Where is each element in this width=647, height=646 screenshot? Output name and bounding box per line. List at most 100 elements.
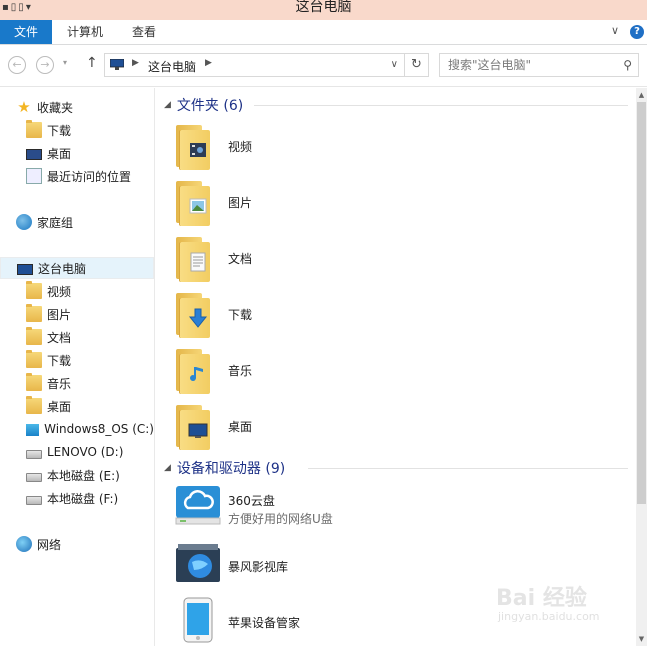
folder-name: 音乐 bbox=[228, 364, 253, 378]
network-icon bbox=[16, 536, 32, 552]
sidebar-item-label: 本地磁盘 (E:) bbox=[47, 468, 120, 483]
folder-name: 视频 bbox=[228, 140, 253, 154]
group-header-devices[interactable]: ◢ 设备和驱动器 (9) bbox=[164, 458, 628, 478]
downloads-folder-icon bbox=[26, 120, 42, 138]
scroll-down-icon[interactable]: ▼ bbox=[636, 632, 647, 646]
sidebar-item-documents[interactable]: 文档 bbox=[0, 326, 154, 348]
collapse-chevron-icon[interactable]: ◢ bbox=[164, 463, 171, 473]
search-box[interactable]: ⚲ bbox=[439, 53, 639, 77]
device-name: 360云盘 bbox=[228, 494, 275, 508]
sidebar-item-label: 网络 bbox=[37, 537, 62, 552]
sidebar-item-drive-e[interactable]: 本地磁盘 (E:) bbox=[0, 464, 154, 486]
documents-folder-icon bbox=[26, 327, 42, 345]
search-input[interactable] bbox=[448, 57, 618, 73]
sidebar-item-label: 文档 bbox=[47, 330, 72, 345]
collapse-chevron-icon[interactable]: ◢ bbox=[164, 100, 171, 110]
vertical-scrollbar[interactable]: ▲ ▼ bbox=[636, 88, 647, 646]
desktop-folder-icon bbox=[26, 396, 42, 414]
folder-tile-pictures[interactable]: 图片 bbox=[174, 178, 474, 228]
scroll-up-icon[interactable]: ▲ bbox=[636, 88, 647, 102]
drive-icon bbox=[26, 472, 42, 482]
address-dropdown-icon[interactable]: ∨ bbox=[391, 59, 398, 70]
breadcrumb-separator-icon[interactable]: ▶ bbox=[205, 58, 212, 68]
explorer-window: ▪ ▯ ▯ ▾ 这台电脑 文件 计算机 查看 ∨ ? ← → ▾ ↑ ▶ 这台电… bbox=[0, 0, 647, 646]
sidebar-item-label: 收藏夹 bbox=[37, 100, 74, 115]
sidebar-network[interactable]: 网络 bbox=[0, 533, 154, 555]
sidebar-homegroup[interactable]: 家庭组 bbox=[0, 211, 154, 233]
sidebar-item-desktop[interactable]: 桌面 bbox=[0, 142, 154, 164]
phone-device-icon bbox=[183, 597, 213, 643]
recent-locations-icon[interactable]: ▾ bbox=[63, 58, 67, 67]
documents-folder-icon bbox=[174, 234, 212, 282]
cloud-drive-icon bbox=[175, 486, 221, 525]
folder-tile-videos[interactable]: 视频 bbox=[174, 122, 474, 172]
sidebar-item-recent-places[interactable]: 最近访问的位置 bbox=[0, 165, 154, 187]
video-folder-icon bbox=[174, 122, 212, 170]
tab-file[interactable]: 文件 bbox=[0, 20, 52, 44]
ribbon-tabs: 文件 计算机 查看 ∨ ? bbox=[0, 20, 647, 45]
sidebar-item-label: 图片 bbox=[47, 307, 72, 322]
sidebar-item-music[interactable]: 音乐 bbox=[0, 372, 154, 394]
window-title: 这台电脑 bbox=[295, 0, 352, 15]
sidebar-item-label: 最近访问的位置 bbox=[47, 169, 132, 184]
downloads-folder-icon bbox=[174, 290, 212, 338]
sidebar-this-pc[interactable]: 这台电脑 bbox=[0, 257, 154, 279]
downloads-folder-icon bbox=[26, 350, 42, 368]
breadcrumb-this-pc[interactable]: 这台电脑 bbox=[148, 58, 196, 75]
tab-computer[interactable]: 计算机 bbox=[67, 20, 103, 44]
sidebar-item-label: 家庭组 bbox=[37, 215, 74, 230]
sidebar-item-drive-d[interactable]: LENOVO (D:) bbox=[0, 441, 154, 463]
folder-name: 文档 bbox=[228, 252, 253, 266]
refresh-button[interactable]: ↻ bbox=[404, 54, 428, 76]
navigation-bar: ← → ▾ ↑ ▶ 这台电脑 ▶ ∨ ↻ ⚲ bbox=[0, 45, 647, 87]
group-header-folders[interactable]: ◢ 文件夹 (6) bbox=[164, 95, 628, 115]
up-button[interactable]: ↑ bbox=[86, 55, 98, 71]
address-bar[interactable]: ▶ 这台电脑 ▶ ∨ ↻ bbox=[104, 53, 429, 77]
sidebar-item-downloads-pc[interactable]: 下载 bbox=[0, 349, 154, 371]
device-tile-360-cloud[interactable]: 360云盘 方便好用的网络U盘 bbox=[174, 484, 574, 536]
sidebar-item-desktop-pc[interactable]: 桌面 bbox=[0, 395, 154, 417]
sidebar-item-drive-f[interactable]: 本地磁盘 (F:) bbox=[0, 487, 154, 509]
folder-tile-desktop[interactable]: 桌面 bbox=[174, 402, 474, 452]
folder-tile-downloads[interactable]: 下载 bbox=[174, 290, 474, 340]
navigation-pane[interactable]: ★ 收藏夹 下载 桌面 最近访问的位置 家庭组 这台电脑 视频 图片 文档 下载… bbox=[0, 88, 155, 646]
group-title: 设备和驱动器 (9) bbox=[176, 461, 286, 477]
breadcrumb-separator-icon[interactable]: ▶ bbox=[132, 58, 139, 68]
back-button[interactable]: ← bbox=[8, 56, 26, 74]
device-tile-apple-manager[interactable]: 苹果设备管家 bbox=[174, 596, 574, 646]
group-divider bbox=[254, 105, 628, 106]
search-icon[interactable]: ⚲ bbox=[623, 58, 632, 72]
folder-tile-documents[interactable]: 文档 bbox=[174, 234, 474, 284]
tab-view[interactable]: 查看 bbox=[132, 20, 156, 44]
sidebar-item-videos[interactable]: 视频 bbox=[0, 280, 154, 302]
sidebar-item-pictures[interactable]: 图片 bbox=[0, 303, 154, 325]
folder-name: 下载 bbox=[228, 308, 253, 322]
sidebar-item-label: 桌面 bbox=[47, 399, 72, 414]
desktop-icon bbox=[26, 148, 42, 160]
device-name: 暴风影视库 bbox=[228, 560, 289, 574]
forward-button[interactable]: → bbox=[36, 56, 54, 74]
sidebar-item-label: 下载 bbox=[47, 353, 72, 368]
media-library-icon bbox=[176, 544, 220, 582]
group-title: 文件夹 (6) bbox=[176, 98, 244, 114]
file-view[interactable]: ◢ 文件夹 (6) 视频 图片 文档 下载 音乐 桌面 ◢ 设备和驱动器 (9)… bbox=[156, 88, 636, 646]
ribbon-expand-icon[interactable]: ∨ bbox=[611, 24, 619, 37]
folder-tile-music[interactable]: 音乐 bbox=[174, 346, 474, 396]
scroll-thumb[interactable] bbox=[637, 102, 646, 504]
sidebar-item-label: LENOVO (D:) bbox=[47, 445, 124, 459]
pictures-folder-icon bbox=[174, 178, 212, 226]
group-divider bbox=[308, 468, 628, 469]
sidebar-item-label: 音乐 bbox=[47, 376, 72, 391]
help-icon[interactable]: ? bbox=[630, 25, 644, 39]
music-folder-icon bbox=[174, 346, 212, 394]
sidebar-item-label: Windows8_OS (C:) bbox=[44, 422, 154, 436]
this-pc-icon bbox=[17, 263, 33, 275]
device-tile-baofeng[interactable]: 暴风影视库 bbox=[174, 540, 574, 592]
sidebar-favorites[interactable]: ★ 收藏夹 bbox=[0, 96, 154, 118]
device-name: 苹果设备管家 bbox=[228, 616, 301, 630]
title-bar: ▪ ▯ ▯ ▾ 这台电脑 bbox=[0, 0, 647, 20]
sidebar-item-drive-c[interactable]: Windows8_OS (C:) bbox=[0, 418, 154, 440]
folder-name: 桌面 bbox=[228, 420, 253, 434]
sidebar-item-downloads[interactable]: 下载 bbox=[0, 119, 154, 141]
sidebar-item-label: 本地磁盘 (F:) bbox=[47, 491, 119, 506]
